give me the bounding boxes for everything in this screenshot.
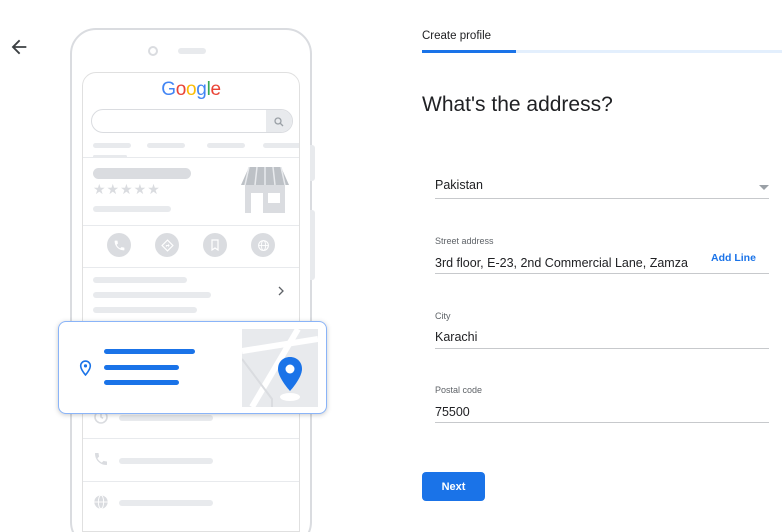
mock-text-bar [119, 458, 213, 464]
divider [83, 225, 299, 226]
next-button[interactable]: Next [422, 472, 485, 501]
phone-button [310, 210, 315, 280]
divider [83, 481, 299, 482]
mock-chip [263, 143, 299, 148]
mock-tab-indicator [93, 155, 127, 158]
phone-screen: Google ★★★★★ [82, 72, 300, 532]
mock-address-line [104, 349, 195, 354]
progress-bar [422, 50, 516, 53]
search-icon [266, 110, 292, 132]
storefront-icon [241, 167, 289, 213]
mock-title-bar [93, 168, 191, 179]
mock-chip [207, 143, 245, 148]
page-title: What's the address? [422, 93, 613, 116]
phone-icon [95, 453, 107, 465]
arrow-back-icon [11, 39, 27, 55]
dropdown-arrow-icon [759, 185, 769, 190]
mini-map-icon [242, 329, 318, 407]
city-label: City [435, 311, 451, 321]
mock-text-bar [93, 277, 187, 283]
tab-create-profile: Create profile [422, 30, 492, 42]
google-logo: Google [161, 79, 221, 100]
location-pin-icon [79, 360, 92, 376]
back-button[interactable] [8, 36, 30, 58]
mock-search-bar [91, 109, 293, 133]
mock-text-bar [93, 206, 171, 212]
globe-icon [251, 233, 275, 257]
globe-icon [94, 494, 108, 510]
street-address-underline [435, 273, 769, 274]
mock-text-bar [93, 292, 211, 298]
divider [83, 267, 299, 268]
mock-address-line [104, 380, 179, 385]
chevron-right-icon [278, 286, 284, 296]
add-line-button[interactable]: Add Line [711, 252, 756, 264]
mock-chip [93, 143, 131, 148]
postal-code-label: Postal code [435, 385, 483, 395]
phone-icon [107, 233, 131, 257]
address-card-illustration [58, 321, 327, 414]
street-address-value: 3rd floor, E-23, 2nd Commercial Lane, Za… [435, 256, 688, 270]
mock-chip [147, 143, 185, 148]
city-value: Karachi [435, 330, 478, 344]
city-underline [435, 348, 769, 349]
country-underline [435, 198, 769, 199]
mock-text-bar [119, 415, 213, 421]
postal-code-value: 75500 [435, 405, 470, 419]
divider [83, 438, 299, 439]
phone-camera [148, 46, 158, 56]
phone-button [310, 145, 315, 181]
mock-text-bar [119, 500, 213, 506]
mock-address-line [104, 365, 179, 370]
directions-icon [155, 233, 179, 257]
postal-code-underline [435, 422, 769, 423]
country-value: Pakistan [435, 178, 483, 192]
phone-speaker [178, 48, 206, 54]
bookmark-icon [203, 233, 227, 257]
rating-stars: ★★★★★ [93, 181, 161, 197]
mock-text-bar [93, 307, 197, 313]
street-address-label: Street address [435, 236, 494, 246]
